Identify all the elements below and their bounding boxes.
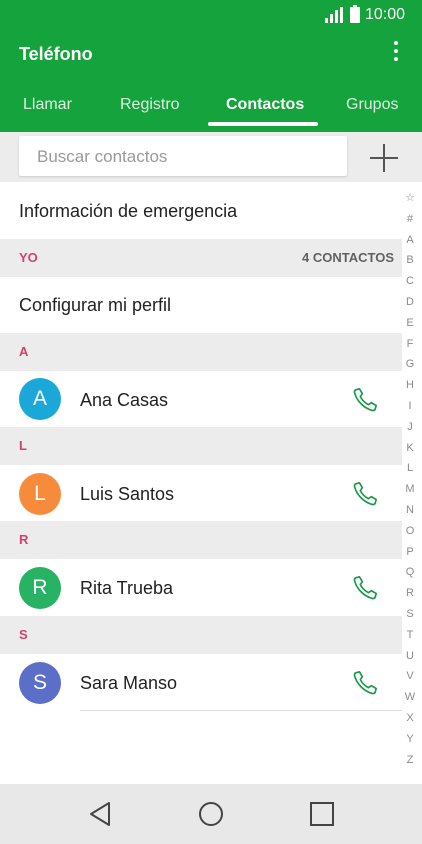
contact-name: Luis Santos	[80, 484, 175, 504]
contact-row[interactable]: L Luis Santos	[0, 465, 402, 521]
alphabet-letter[interactable]: #	[400, 209, 420, 230]
section-header-r: R	[0, 521, 402, 559]
section-letter: L	[19, 438, 27, 453]
alphabet-letter[interactable]: R	[400, 583, 420, 604]
alphabet-letter[interactable]: O	[400, 521, 420, 542]
tab-contactos[interactable]: Contactos	[226, 96, 304, 114]
alphabet-letter[interactable]: Y	[400, 729, 420, 750]
tab-grupos[interactable]: Grupos	[346, 96, 398, 114]
alphabet-letter[interactable]: ☆	[400, 188, 420, 209]
home-icon[interactable]	[198, 801, 224, 827]
status-time: 10:00	[364, 6, 405, 23]
alphabet-letter[interactable]: D	[400, 292, 420, 313]
section-letter: R	[19, 532, 29, 547]
alphabet-letter[interactable]: Q	[400, 562, 420, 583]
alphabet-letter[interactable]: A	[400, 230, 420, 251]
alphabet-letter[interactable]: X	[400, 708, 420, 729]
section-header-l: L	[0, 427, 402, 465]
alphabet-index[interactable]: ☆ # A B C D E F G H I J K L M N O P Q R …	[400, 188, 420, 770]
recent-apps-icon[interactable]	[310, 802, 334, 826]
section-header-a: A	[0, 333, 402, 371]
navigation-bar	[0, 784, 422, 844]
alphabet-letter[interactable]: G	[400, 354, 420, 375]
emergency-info-label: Información de emergencia	[19, 201, 238, 221]
avatar: L	[19, 473, 61, 515]
alphabet-letter[interactable]: N	[400, 500, 420, 521]
contact-row[interactable]: R Rita Trueba	[0, 559, 402, 616]
app-bar: Teléfono Llamar Registro Contactos Grupo…	[0, 30, 422, 132]
active-tab-indicator	[208, 122, 318, 126]
search-input[interactable]: Buscar contactos	[19, 136, 347, 176]
phone-icon[interactable]	[352, 480, 379, 507]
contact-row[interactable]: A Ana Casas	[0, 371, 402, 427]
alphabet-letter[interactable]: L	[400, 458, 420, 479]
alphabet-letter[interactable]: M	[400, 479, 420, 500]
profile-label: Configurar mi perfil	[19, 295, 172, 315]
tab-bar: Llamar Registro Contactos Grupos	[0, 90, 422, 132]
alphabet-letter[interactable]: I	[400, 396, 420, 417]
search-placeholder: Buscar contactos	[37, 147, 168, 166]
profile-row[interactable]: Configurar mi perfil	[0, 277, 402, 333]
alphabet-letter[interactable]: W	[400, 687, 420, 708]
section-letter: YO	[19, 250, 38, 265]
alphabet-letter[interactable]: S	[400, 604, 420, 625]
contact-name: Sara Manso	[80, 673, 178, 693]
alphabet-letter[interactable]: F	[400, 334, 420, 355]
avatar: R	[19, 567, 61, 609]
phone-icon[interactable]	[352, 574, 379, 601]
section-header-s: S	[0, 616, 402, 654]
avatar: S	[19, 662, 61, 704]
status-bar: 10:00	[0, 0, 422, 30]
alphabet-letter[interactable]: U	[400, 646, 420, 667]
plus-icon[interactable]	[368, 142, 400, 174]
more-vert-icon[interactable]	[384, 38, 408, 70]
alphabet-letter[interactable]: H	[400, 375, 420, 396]
tab-llamar[interactable]: Llamar	[23, 96, 72, 114]
alphabet-letter[interactable]: P	[400, 542, 420, 563]
avatar: A	[19, 378, 61, 420]
section-letter: A	[19, 344, 29, 359]
alphabet-letter[interactable]: Z	[400, 750, 420, 771]
list-divider	[80, 710, 402, 711]
section-letter: S	[19, 627, 28, 642]
emergency-info-row[interactable]: Información de emergencia	[0, 182, 402, 239]
alphabet-letter[interactable]: K	[400, 438, 420, 459]
alphabet-letter[interactable]: V	[400, 666, 420, 687]
alphabet-letter[interactable]: J	[400, 417, 420, 438]
tab-registro[interactable]: Registro	[120, 96, 180, 114]
contacts-count: 4 CONTACTOS	[302, 250, 394, 265]
back-icon[interactable]	[88, 801, 112, 827]
battery-icon	[350, 5, 360, 23]
phone-icon[interactable]	[352, 386, 379, 413]
contact-row[interactable]: S Sara Manso	[0, 654, 402, 711]
app-title: Teléfono	[19, 44, 93, 64]
search-row: Buscar contactos	[0, 132, 422, 182]
contact-name: Ana Casas	[80, 390, 169, 410]
alphabet-letter[interactable]: E	[400, 313, 420, 334]
alphabet-letter[interactable]: T	[400, 625, 420, 646]
section-header-me: YO 4 CONTACTOS	[0, 239, 402, 277]
alphabet-letter[interactable]: B	[400, 250, 420, 271]
contact-name: Rita Trueba	[80, 578, 174, 598]
signal-icon	[325, 7, 343, 23]
alphabet-letter[interactable]: C	[400, 271, 420, 292]
phone-icon[interactable]	[352, 669, 379, 696]
